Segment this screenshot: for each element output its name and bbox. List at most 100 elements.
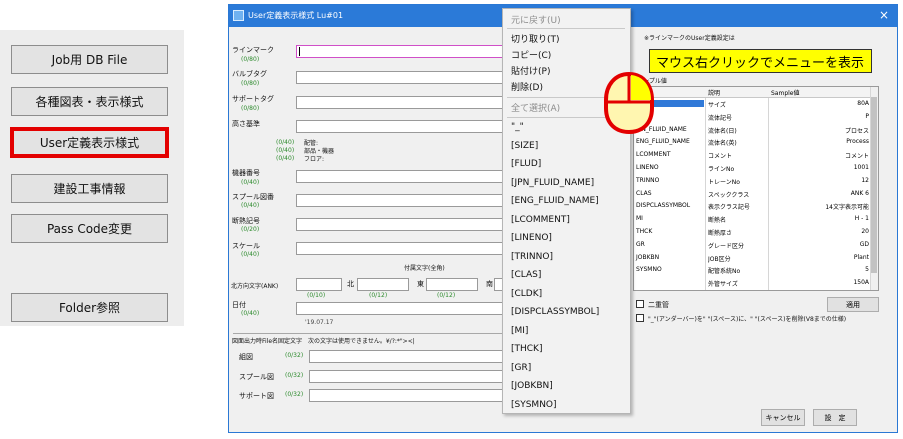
diagram-style-button[interactable]: 各種図表・表示様式: [11, 87, 168, 116]
menu-token-item[interactable]: [MI]: [511, 326, 528, 336]
linemark-count: (0/80): [241, 56, 260, 63]
menu-token-item[interactable]: [SIZE]: [511, 141, 538, 151]
menu-token-item[interactable]: [LCOMMENT]: [511, 215, 570, 225]
output-assembly-input[interactable]: [309, 350, 509, 363]
construction-info-button[interactable]: 建設工事情報: [11, 174, 168, 203]
cell-desc: スペッククラス: [708, 191, 750, 199]
menu-cut[interactable]: 切り取り(T): [511, 32, 560, 45]
menu-token-item[interactable]: [SYSMNO]: [511, 400, 557, 410]
double-pipe-label: 二重管: [648, 301, 669, 309]
menu-token-item[interactable]: [CLAS]: [511, 270, 541, 280]
supporttag-input[interactable]: [296, 96, 509, 109]
menu-token-item[interactable]: [TRINNO]: [511, 252, 553, 262]
left-panel: Job用 DB File 各種図表・表示様式 User定義表示様式 建設工事情報…: [0, 30, 184, 326]
table-row[interactable]: DISPCLASSYMBOL 表示クラス記号 14文字表示可能: [634, 201, 872, 212]
column-header-desc: 説明: [708, 90, 721, 97]
cell-desc: 配管系統No: [708, 268, 741, 276]
equip-input[interactable]: [296, 170, 509, 183]
menu-token-item[interactable]: [ENG_FLUID_NAME]: [511, 196, 599, 206]
ok-button[interactable]: 設 定: [813, 409, 857, 426]
north-ank-input[interactable]: [296, 278, 342, 291]
table-row[interactable]: JPN_FLUID_NAME 流体名(日) プロセス: [634, 125, 872, 136]
table-row[interactable]: JOBKBN JOB区分 Plant: [634, 253, 872, 264]
menu-token-item[interactable]: [DISPCLASSYMBOL]: [511, 307, 599, 317]
scale-input[interactable]: [296, 242, 509, 255]
menu-token-item[interactable]: "_": [511, 122, 524, 132]
sample-table[interactable]: 記号説明Sample値SIZEサイズ80AFLUD流体記号PJPN_FLUID_…: [633, 86, 879, 291]
spool-input[interactable]: [296, 194, 509, 207]
output-assembly-label: 組図: [239, 353, 253, 361]
cell-desc: 断熱厚さ: [708, 230, 733, 237]
menu-token-item[interactable]: [JPN_FLUID_NAME]: [511, 178, 594, 188]
column-header-sample: Sample値: [771, 90, 800, 97]
underscore-checkbox[interactable]: [636, 314, 644, 322]
table-row[interactable]: 外管サイズ 150A: [634, 278, 872, 289]
table-row[interactable]: LINENO ラインNo 1001: [634, 163, 872, 174]
cell-sample: ANK 6: [850, 189, 869, 197]
table-row[interactable]: FLUD流体記号P: [634, 112, 872, 123]
scrollbar-thumb[interactable]: [871, 97, 877, 273]
annotation-callout: マウス右クリックでメニューを表示: [649, 49, 872, 73]
table-row[interactable]: SYSMNO 配管系統No 5: [634, 265, 872, 276]
menu-undo[interactable]: 元に戻す(U): [511, 13, 561, 26]
output-support-input[interactable]: [309, 389, 509, 402]
cell-code: LCOMMENT: [636, 151, 671, 159]
linemark-label: ラインマーク: [232, 46, 274, 54]
east-input[interactable]: [426, 278, 478, 291]
output-spool-count: (0/32): [285, 372, 304, 379]
menu-token-item[interactable]: [GR]: [511, 363, 531, 373]
insul-count: (0/20): [241, 226, 260, 233]
double-pipe-checkbox[interactable]: [636, 300, 644, 308]
scale-count: (0/40): [241, 251, 260, 258]
cancel-button[interactable]: キャンセル: [761, 409, 805, 426]
user-defined-style-button[interactable]: User定義表示様式: [10, 127, 169, 158]
north-input[interactable]: [357, 278, 409, 291]
apply-button[interactable]: 適用: [827, 297, 879, 312]
cell-code: LINENO: [636, 164, 659, 171]
height-label: 高さ基準: [232, 120, 260, 128]
menu-paste[interactable]: 貼付け(P): [511, 64, 550, 77]
menu-token-item[interactable]: [CLDK]: [511, 289, 542, 299]
cell-sample: Plant: [853, 253, 869, 261]
height-count-floor: (0/40): [276, 155, 295, 162]
folder-browse-button[interactable]: Folder参照: [11, 293, 168, 322]
menu-token-item[interactable]: [FLUD]: [511, 159, 541, 169]
cell-code: THCK: [636, 228, 653, 235]
menu-select-all[interactable]: 全て選択(A): [511, 101, 560, 114]
table-row[interactable]: ENG_FLUID_NAME 流体名(英) Process: [634, 137, 872, 148]
height-input[interactable]: [296, 120, 509, 133]
menu-token-item[interactable]: [JOBKBN]: [511, 381, 553, 391]
output-support-label: サポート図: [239, 392, 274, 400]
height-count-parts: (0/40): [276, 147, 295, 154]
table-row[interactable]: GR グレード区分 GD: [634, 240, 872, 251]
table-row[interactable]: MI 断熱名 H - 1: [634, 214, 872, 225]
close-icon[interactable]: ×: [879, 8, 889, 22]
table-row[interactable]: THCK 断熱厚さ 20: [634, 227, 872, 238]
menu-copy[interactable]: コピー(C): [511, 48, 551, 61]
pass-code-change-button[interactable]: Pass Code変更: [11, 214, 168, 243]
table-scrollbar[interactable]: [870, 87, 878, 290]
table-row[interactable]: LCOMMENT コメント コメント: [634, 150, 872, 161]
table-header: 記号説明Sample値: [634, 87, 872, 98]
table-row[interactable]: SIZEサイズ80A: [634, 99, 872, 110]
cell-desc: トレーンNo: [708, 178, 740, 186]
menu-token-item[interactable]: [THCK]: [511, 344, 542, 354]
date-count: (0/40): [241, 310, 260, 317]
job-db-file-button[interactable]: Job用 DB File: [11, 45, 168, 74]
date-label: 日付: [232, 301, 246, 309]
cell-code: ENG_FLUID_NAME: [636, 138, 690, 146]
insul-input[interactable]: [296, 218, 509, 231]
table-row[interactable]: TRINNO トレーンNo 12: [634, 176, 872, 187]
date-input[interactable]: [296, 302, 509, 315]
menu-token-item[interactable]: [LINENO]: [511, 233, 552, 243]
linemark-note: ※ラインマークのUser定義設定は: [644, 35, 735, 42]
linemark-input[interactable]: [296, 45, 509, 58]
table-row[interactable]: CLAS スペッククラス ANK 6: [634, 189, 872, 200]
output-spool-input[interactable]: [309, 370, 509, 383]
cell-desc: 流体名(英): [708, 140, 737, 148]
menu-delete[interactable]: 削除(D): [511, 80, 543, 93]
context-menu: 元に戻す(U) 切り取り(T) コピー(C) 貼付け(P) 削除(D) 全て選択…: [502, 8, 631, 414]
valvetag-input[interactable]: [296, 71, 509, 84]
north-direction-label: 北方向文字(ANK): [231, 283, 279, 290]
spool-count: (0/40): [241, 202, 260, 209]
